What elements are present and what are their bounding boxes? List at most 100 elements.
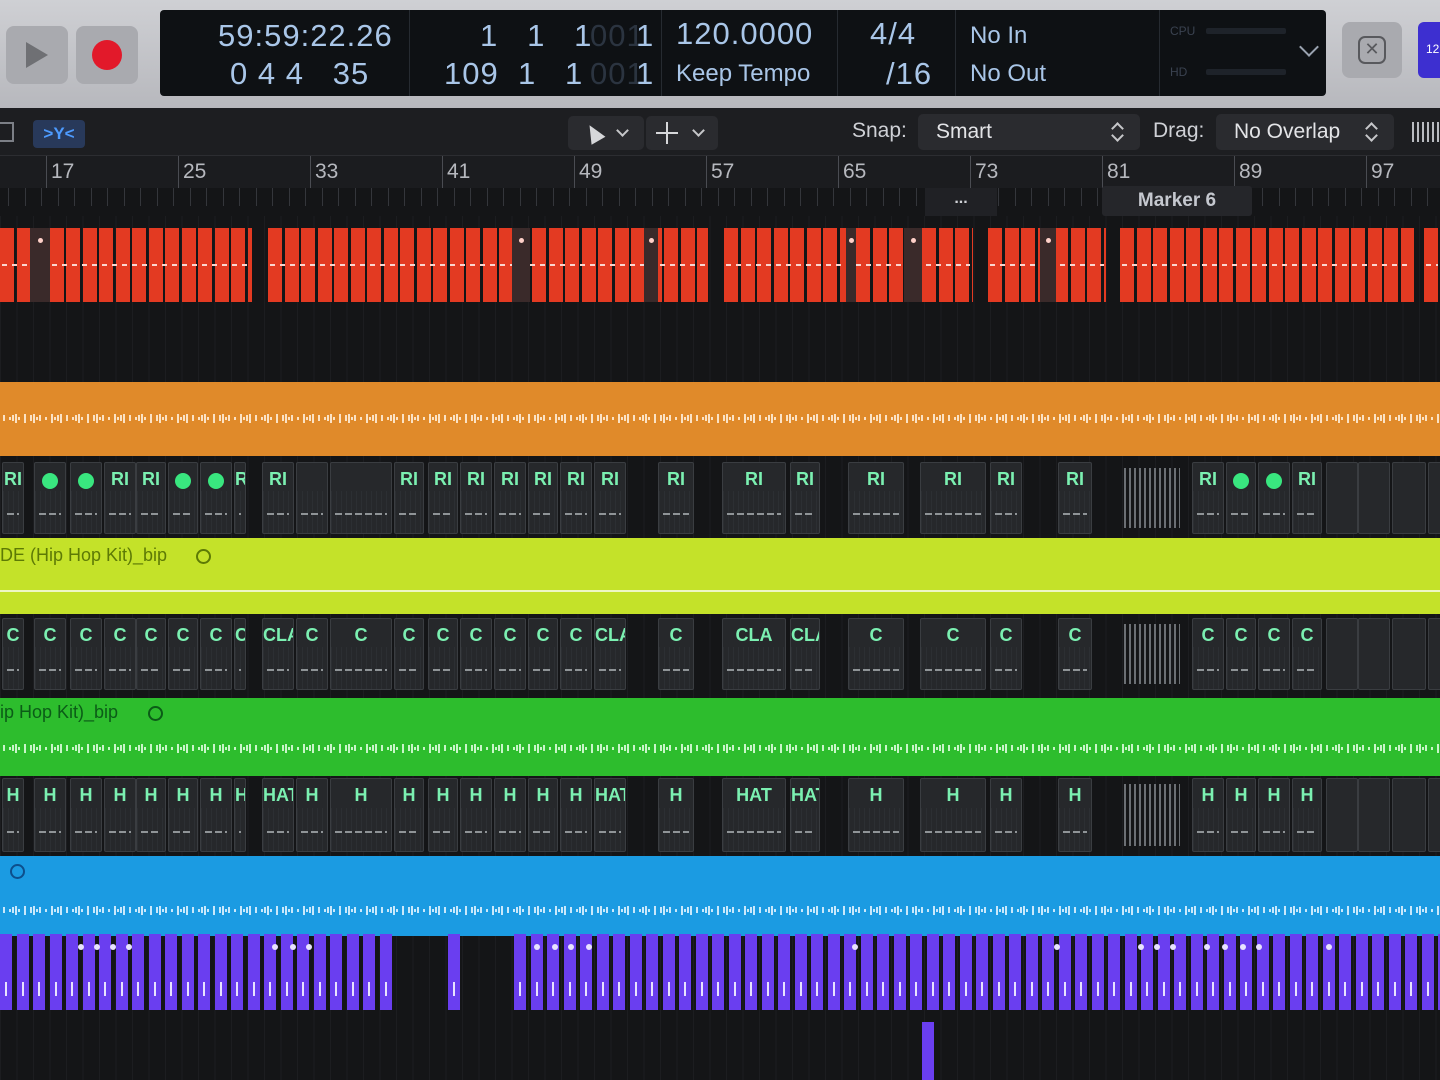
clap-region[interactable]: C — [560, 618, 592, 690]
marker-overflow[interactable]: ... — [925, 188, 997, 216]
purple-region[interactable] — [1421, 934, 1434, 1010]
ride-region[interactable]: RI — [722, 462, 786, 534]
clap-region[interactable]: C — [528, 618, 558, 690]
close-button[interactable]: ✕ — [1342, 22, 1402, 78]
lime-audio-region[interactable]: DE (Hip Hop Kit)_bip — [0, 538, 1440, 614]
clap-region[interactable]: C — [168, 618, 198, 690]
purple-region[interactable] — [330, 934, 342, 1010]
orange-audio-region[interactable] — [0, 382, 1440, 456]
ride-region[interactable]: RI — [1292, 462, 1322, 534]
lcd-timecode[interactable]: 59:59:22.26 0 4 4 35 — [160, 10, 410, 96]
purple-region[interactable] — [728, 934, 741, 1010]
ride-region[interactable]: RI — [428, 462, 458, 534]
purple-region[interactable] — [745, 934, 757, 1010]
purple-region[interactable] — [0, 934, 12, 1010]
hat-region[interactable]: H — [428, 778, 458, 852]
hat-region[interactable]: H — [1226, 778, 1256, 852]
purple-region[interactable] — [943, 934, 955, 1010]
clap-region[interactable]: C — [330, 618, 392, 690]
hat-region[interactable]: H — [1292, 778, 1322, 852]
purple-region[interactable] — [1355, 934, 1368, 1010]
purple-region[interactable] — [761, 934, 774, 1010]
purple-region[interactable] — [1108, 934, 1120, 1010]
lcd-cpu-meter[interactable]: CPU HD — [1160, 10, 1292, 96]
purple-region[interactable] — [363, 934, 375, 1010]
purple-region[interactable] — [629, 934, 642, 1010]
clap-region[interactable] — [1392, 618, 1426, 690]
hat-region[interactable]: H — [990, 778, 1022, 852]
clap-region[interactable]: C — [34, 618, 66, 690]
purple-region[interactable] — [1042, 934, 1054, 1010]
waveform-zoom-icon[interactable] — [1412, 122, 1440, 142]
clap-region[interactable]: C — [1192, 618, 1224, 690]
catch-playhead-button[interactable]: >Y< — [33, 120, 85, 148]
hat-region[interactable]: H — [1258, 778, 1290, 852]
hat-region[interactable]: H — [200, 778, 232, 852]
edit-icon[interactable] — [0, 122, 14, 142]
lcd-signature[interactable]: 4/4 /16 — [838, 10, 956, 96]
purple-region[interactable] — [1190, 934, 1203, 1010]
ride-region[interactable] — [1226, 462, 1256, 534]
purple-region[interactable] — [877, 934, 889, 1010]
clap-region[interactable] — [1358, 618, 1390, 690]
ride-region[interactable]: RI — [594, 462, 626, 534]
play-button[interactable] — [6, 26, 68, 84]
hat-region[interactable]: H — [136, 778, 166, 852]
hat-region[interactable]: H — [104, 778, 136, 852]
ride-region[interactable] — [200, 462, 232, 534]
hat-region[interactable]: H — [168, 778, 198, 852]
ride-region[interactable]: RI — [1192, 462, 1224, 534]
ride-region[interactable]: RI — [234, 462, 246, 534]
dense-notes-block[interactable] — [1124, 784, 1180, 846]
clap-region[interactable]: C — [428, 618, 458, 690]
hat-region[interactable]: H — [460, 778, 492, 852]
purple-region[interactable] — [198, 934, 210, 1010]
purple-region[interactable] — [1025, 934, 1038, 1010]
clap-region[interactable]: C — [658, 618, 694, 690]
hat-region[interactable]: H — [1192, 778, 1224, 852]
clap-region[interactable]: CLAC — [790, 618, 820, 690]
hat-region[interactable]: H — [70, 778, 102, 852]
purple-region[interactable] — [1339, 934, 1351, 1010]
purple-region[interactable] — [33, 934, 45, 1010]
corner-button[interactable]: 12 — [1418, 22, 1440, 78]
clap-midi-track[interactable]: CCCCCCCCCLACCCCCCCCCCLACCCLACLACCCCCCCCC — [0, 618, 1440, 694]
purple-drum-track[interactable] — [0, 934, 1440, 1014]
clap-region[interactable]: CLAC — [262, 618, 294, 690]
hat-region[interactable] — [1326, 778, 1358, 852]
clap-region[interactable]: C — [394, 618, 424, 690]
purple-region[interactable] — [992, 934, 1005, 1010]
purple-region[interactable] — [794, 934, 807, 1010]
dense-notes-block[interactable] — [1124, 624, 1180, 684]
clap-region[interactable]: C — [296, 618, 328, 690]
clap-region[interactable]: C — [1258, 618, 1290, 690]
ride-region[interactable]: RI — [2, 462, 24, 534]
clap-region[interactable] — [1428, 618, 1440, 690]
purple-region[interactable] — [959, 934, 972, 1010]
clap-region[interactable]: C — [200, 618, 232, 690]
purple-region[interactable] — [910, 934, 922, 1010]
ride-region[interactable] — [1358, 462, 1390, 534]
purple-region[interactable] — [448, 934, 460, 1010]
clap-region[interactable]: C — [990, 618, 1022, 690]
purple-region[interactable] — [695, 934, 708, 1010]
clap-region[interactable]: C — [1226, 618, 1256, 690]
cmd-click-tool-menu[interactable] — [646, 116, 718, 150]
purple-region[interactable] — [662, 934, 675, 1010]
purple-region[interactable] — [379, 934, 392, 1010]
drag-select[interactable]: No Overlap — [1216, 114, 1394, 150]
purple-region[interactable] — [1009, 934, 1021, 1010]
clap-region[interactable]: C — [920, 618, 986, 690]
clap-region[interactable]: C — [70, 618, 102, 690]
ride-region[interactable] — [1392, 462, 1426, 534]
ride-region[interactable]: RI — [790, 462, 820, 534]
hat-region[interactable]: HAT ( — [594, 778, 626, 852]
hat-region[interactable]: H — [560, 778, 592, 852]
hat-region[interactable]: H — [848, 778, 904, 852]
clap-region[interactable]: C — [2, 618, 24, 690]
purple-region[interactable] — [1273, 934, 1285, 1010]
ride-region[interactable]: RI — [394, 462, 424, 534]
ride-region[interactable]: RI — [528, 462, 558, 534]
left-click-tool-menu[interactable] — [568, 116, 644, 150]
hat-region[interactable]: HAT ( — [790, 778, 820, 852]
